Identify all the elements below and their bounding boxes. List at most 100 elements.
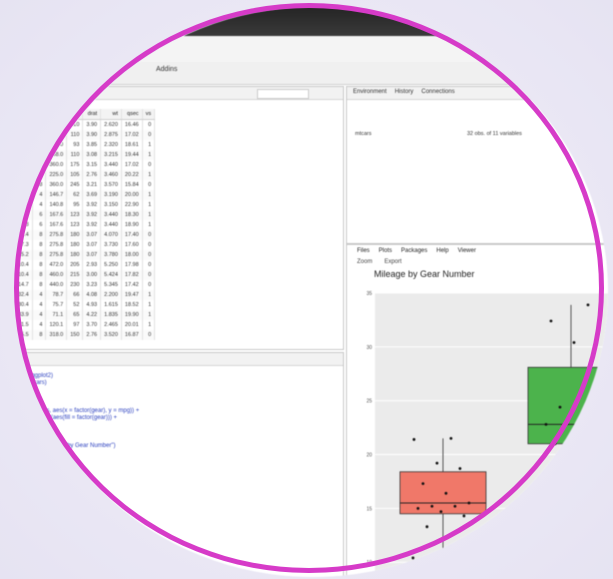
data-point — [449, 436, 453, 440]
table-cell: 3.570 — [100, 180, 122, 190]
plot-tool-export[interactable]: Export — [384, 259, 401, 265]
table-cell: 0 — [142, 250, 156, 260]
table-cell: 8 — [32, 160, 47, 170]
table-cell: 215 — [66, 270, 84, 280]
data-point — [439, 510, 443, 514]
table-cell: 19.2 — [18, 210, 33, 220]
table-cell: 18.52 — [121, 300, 143, 310]
table-cell: 4 — [32, 290, 47, 300]
column-header[interactable]: qsec — [121, 109, 143, 120]
table-row: 18.1 6 225.0 105 2.76 3.460 20.22 1 — [18, 170, 156, 180]
table-cell: 180 — [66, 240, 84, 250]
table-cell: 4.22 — [82, 310, 102, 320]
table-cell: 0 — [142, 230, 156, 240]
table-cell: 120.1 — [45, 320, 68, 330]
table-row: 15.5 8 318.0 150 2.76 3.520 16.87 0 — [18, 330, 156, 340]
table-cell: 225.0 — [45, 170, 68, 180]
column-header[interactable]: mpg — [18, 109, 33, 120]
table-cell: 78.7 — [45, 290, 68, 300]
column-header[interactable]: vs — [142, 109, 156, 120]
table-cell: 3.70 — [82, 320, 102, 330]
plots-tab-plots[interactable]: Plots — [379, 248, 392, 254]
table-cell: 3.190 — [100, 190, 122, 200]
plots-tab-files[interactable]: Files — [357, 248, 370, 254]
data-point — [586, 303, 590, 307]
table-cell: 4.070 — [100, 230, 122, 240]
table-cell: 4 — [32, 320, 47, 330]
data-viewer-pane: mpg cyl disp hp drat wt qsec vs 21.0 6 160.0 110 3.… — [18, 86, 344, 350]
env-tab[interactable]: Connections — [421, 89, 454, 95]
plots-tab-viewer[interactable]: Viewer — [458, 248, 476, 254]
addins-menu[interactable]: Addins — [156, 66, 177, 73]
table-cell: 245 — [66, 180, 84, 190]
data-point — [572, 341, 576, 344]
column-header[interactable]: drat — [82, 109, 102, 120]
data-point — [412, 438, 416, 441]
table-cell: 3.440 — [100, 210, 122, 220]
table-row: 21.5 4 120.1 97 3.70 2.465 20.01 1 — [18, 320, 156, 330]
table-cell: 16.4 — [18, 230, 33, 240]
box-4 — [527, 366, 608, 445]
table-cell: 18.61 — [121, 140, 143, 150]
table-cell: 3.780 — [100, 250, 122, 260]
table-cell: 3.90 — [82, 119, 102, 130]
table-cell: 2.620 — [100, 119, 122, 130]
table-cell: 360.0 — [45, 180, 68, 190]
table-cell: 4.93 — [82, 300, 102, 310]
table-cell: 0 — [142, 280, 156, 290]
table-cell: 3.23 — [82, 280, 102, 290]
table-cell: 275.8 — [45, 250, 68, 260]
table-cell: 4.08 — [82, 290, 102, 300]
table-row: 18.7 8 360.0 175 3.15 3.440 17.02 0 — [18, 160, 156, 170]
table-cell: 3.440 — [100, 160, 122, 170]
table-cell: 22.8 — [18, 200, 33, 210]
environment-header: Environment History Connections — [347, 87, 608, 100]
table-cell: 180 — [66, 230, 84, 240]
table-cell: 160.0 — [45, 130, 68, 140]
env-tab[interactable]: Environment — [353, 89, 387, 95]
plots-tab-help[interactable]: Help — [436, 248, 448, 254]
plots-tab-packages[interactable]: Packages — [401, 248, 427, 254]
y-tick-label: 10 — [366, 560, 372, 566]
console-pane[interactable]: library(ggplot2)data(mtcars) ggplot(mtcar… — [18, 352, 344, 577]
table-cell: 3.07 — [82, 230, 102, 240]
env-tab[interactable]: History — [395, 89, 414, 95]
table-cell: 4 — [32, 300, 47, 310]
table-cell: 258.0 — [45, 150, 68, 160]
column-header[interactable]: wt — [100, 109, 122, 120]
filter-search-input[interactable] — [257, 89, 309, 99]
table-cell: 17.8 — [18, 220, 33, 230]
table-cell: 2.320 — [100, 140, 122, 150]
plot-tool-zoom[interactable]: Zoom — [357, 259, 372, 265]
table-cell: 2.875 — [100, 130, 122, 140]
column-header[interactable]: hp — [66, 109, 84, 120]
table-cell: 8 — [32, 180, 47, 190]
table-cell: 440.0 — [45, 280, 68, 290]
column-header[interactable]: disp — [45, 109, 68, 120]
table-cell: 4 — [32, 190, 47, 200]
table-cell: 8 — [32, 240, 47, 250]
table-cell: 19.44 — [121, 150, 143, 160]
table-cell: 140.8 — [45, 200, 68, 210]
table-cell: 2.76 — [82, 330, 102, 340]
table-cell: 21.0 — [18, 119, 33, 130]
env-variable-name[interactable]: mtcars — [355, 131, 372, 137]
table-cell: 3.21 — [82, 180, 102, 190]
table-cell: 8 — [32, 270, 47, 280]
table-cell: 21.4 — [18, 150, 33, 160]
table-cell: 0 — [142, 240, 156, 250]
table-cell: 15.84 — [121, 180, 143, 190]
table-cell: 1 — [142, 310, 156, 320]
table-cell: 4 — [32, 200, 47, 210]
table-cell: 32.4 — [18, 290, 33, 300]
column-header[interactable]: cyl — [32, 109, 47, 120]
table-cell: 17.42 — [121, 280, 143, 290]
table-cell: 17.98 — [121, 260, 143, 270]
table-cell: 18.90 — [121, 220, 143, 230]
table-cell: 6 — [32, 210, 47, 220]
table-row: 21.0 6 160.0 110 3.90 2.875 17.02 0 — [18, 130, 156, 140]
table-cell: 21.0 — [18, 130, 33, 140]
table-cell: 1 — [142, 150, 156, 160]
table-cell: 20.22 — [121, 170, 143, 180]
table-cell: 5.345 — [100, 280, 122, 290]
